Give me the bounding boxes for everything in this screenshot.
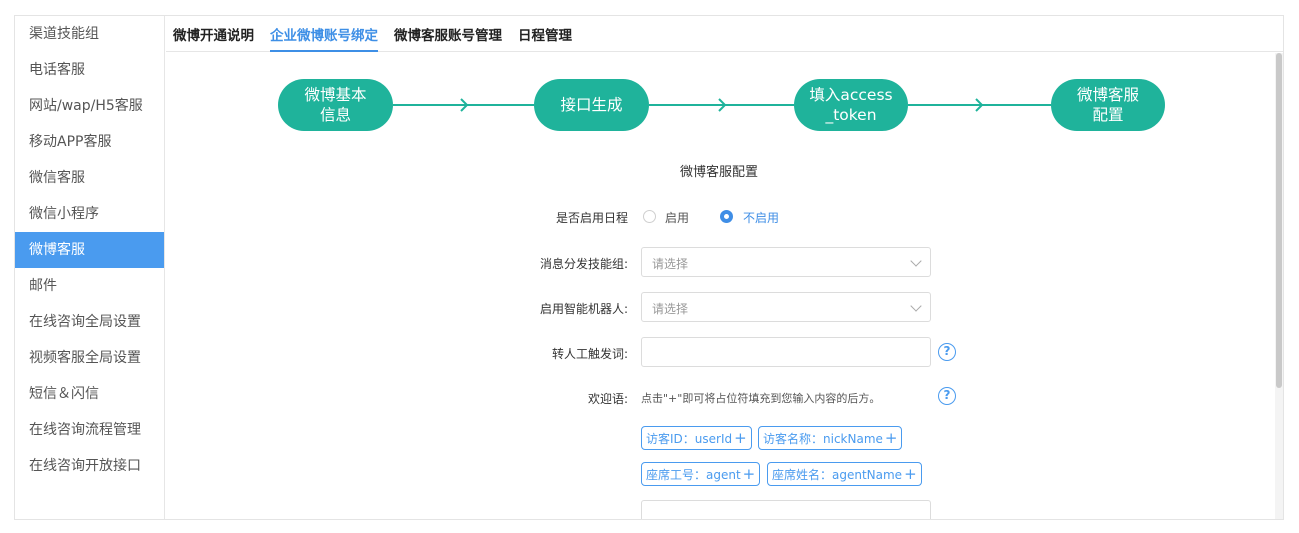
welcome-label: 欢迎语: xyxy=(587,392,628,406)
tag-label: 访客ID：userId xyxy=(646,432,733,446)
sidebar-item-online-open-api[interactable]: 在线咨询开放接口 xyxy=(15,448,164,484)
placeholder-tag-userid[interactable]: 访客ID：userId + xyxy=(641,426,752,450)
sidebar: 渠道技能组 电话客服 网站/wap/H5客服 移动APP客服 微信客服 微信小程… xyxy=(15,16,165,519)
sidebar-item-wechat-miniprogram[interactable]: 微信小程序 xyxy=(15,196,164,232)
schedule-enable-radio[interactable] xyxy=(643,210,656,223)
app-frame: 渠道技能组 电话客服 网站/wap/H5客服 移动APP客服 微信客服 微信小程… xyxy=(14,15,1284,520)
tag-label: 座席姓名：agentName xyxy=(772,468,903,482)
tab-schedule-management[interactable]: 日程管理 xyxy=(518,16,572,52)
sidebar-item-web-service[interactable]: 网站/wap/H5客服 xyxy=(15,88,164,124)
sidebar-item-phone-service[interactable]: 电话客服 xyxy=(15,52,164,88)
section-title: 微博客服配置 xyxy=(680,165,759,180)
chevron-right-icon xyxy=(460,98,469,112)
schedule-label: 是否启用日程 xyxy=(555,211,628,225)
transfer-word-label: 转人工触发词: xyxy=(551,347,628,361)
sidebar-item-app-service[interactable]: 移动APP客服 xyxy=(15,124,164,160)
tab-weibo-guide[interactable]: 微博开通说明 xyxy=(173,16,254,52)
robot-label: 启用智能机器人: xyxy=(539,302,628,316)
sidebar-item-email[interactable]: 邮件 xyxy=(15,268,164,304)
skill-group-label: 消息分发技能组: xyxy=(539,257,628,271)
step-fill-access-token: 填入access _token xyxy=(794,79,908,131)
chevron-down-icon xyxy=(910,300,922,312)
sidebar-item-online-flow-management[interactable]: 在线咨询流程管理 xyxy=(15,412,164,448)
schedule-disable-radio[interactable] xyxy=(720,210,733,223)
plus-icon: + xyxy=(884,429,898,447)
plus-icon: + xyxy=(904,465,917,483)
help-icon[interactable]: ? xyxy=(938,343,956,361)
step-weibo-basic-info: 微博基本 信息 xyxy=(278,79,393,131)
robot-select[interactable]: 请选择 xyxy=(641,292,931,322)
robot-placeholder: 请选择 xyxy=(652,302,689,316)
placeholder-tag-nickname[interactable]: 访客名称：nickName + xyxy=(758,426,903,450)
sidebar-item-wechat-service[interactable]: 微信客服 xyxy=(15,160,164,196)
schedule-enable-label[interactable]: 启用 xyxy=(665,209,689,226)
welcome-hint: 点击"+"即可将占位符填充到您输入内容的后方。 xyxy=(641,392,881,405)
placeholder-tag-agent[interactable]: 座席工号：agent + xyxy=(641,462,761,486)
schedule-disable-label[interactable]: 不启用 xyxy=(743,209,779,226)
placeholder-tag-agentname[interactable]: 座席姓名：agentName + xyxy=(767,462,922,486)
sidebar-item-online-global-settings[interactable]: 在线咨询全局设置 xyxy=(15,304,164,340)
sidebar-item-channel-skill-group[interactable]: 渠道技能组 xyxy=(15,16,164,52)
help-icon[interactable]: ? xyxy=(938,387,956,405)
scrollbar-thumb[interactable] xyxy=(1276,53,1282,388)
tag-label: 访客名称：nickName xyxy=(763,432,883,446)
tag-label: 座席工号：agent xyxy=(646,468,741,482)
sidebar-item-sms[interactable]: 短信＆闪信 xyxy=(15,376,164,412)
chevron-right-icon xyxy=(718,98,727,112)
step-api-generation: 接口生成 xyxy=(534,79,649,131)
transfer-word-input[interactable] xyxy=(641,337,931,367)
skill-group-placeholder: 请选择 xyxy=(652,257,689,271)
step-weibo-service-config: 微博客服 配置 xyxy=(1051,79,1165,131)
tab-account-binding[interactable]: 企业微博账号绑定 xyxy=(270,16,378,52)
tab-service-account-management[interactable]: 微博客服账号管理 xyxy=(394,16,502,52)
chevron-down-icon xyxy=(910,255,922,267)
plus-icon: + xyxy=(734,429,747,447)
welcome-textarea[interactable] xyxy=(641,500,931,519)
tab-bar: 微博开通说明 企业微博账号绑定 微博客服账号管理 日程管理 xyxy=(166,16,1283,52)
plus-icon: + xyxy=(742,465,756,483)
chevron-right-icon xyxy=(975,98,984,112)
sidebar-item-weibo-service[interactable]: 微博客服 xyxy=(15,232,164,268)
sidebar-item-video-global-settings[interactable]: 视频客服全局设置 xyxy=(15,340,164,376)
skill-group-select[interactable]: 请选择 xyxy=(641,247,931,277)
